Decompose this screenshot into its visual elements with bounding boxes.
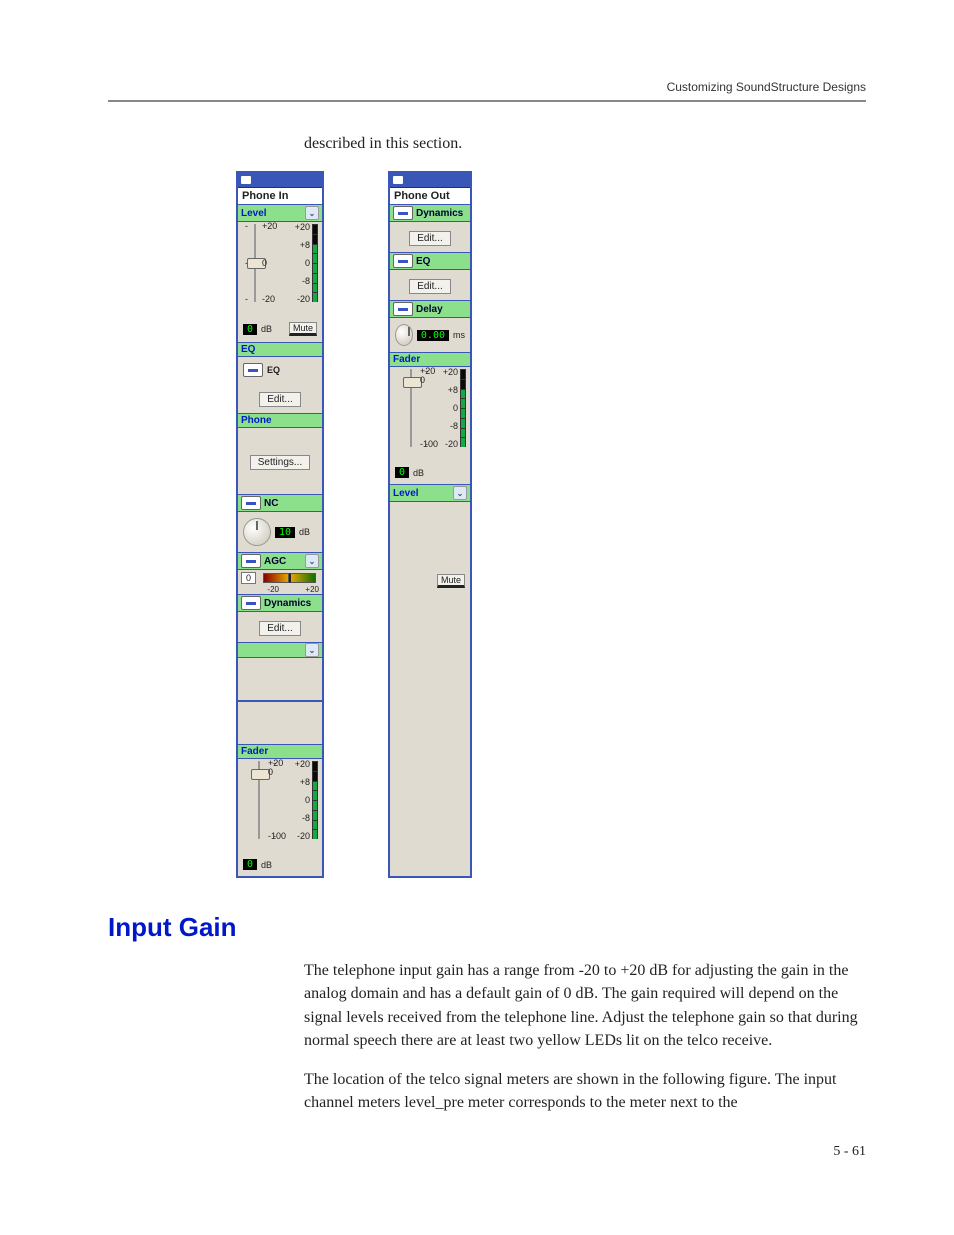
agc-hi: +20 — [305, 585, 319, 594]
out-dynamics-edit-button[interactable]: Edit... — [409, 231, 451, 246]
speaker-icon — [241, 176, 251, 184]
collapse-icon[interactable]: ⌄ — [305, 206, 319, 220]
out-level-header: Level ⌄ — [390, 484, 470, 502]
fader-meter — [312, 761, 318, 839]
blank-section-header: ⌄ — [238, 642, 322, 658]
nc-knob[interactable] — [243, 518, 271, 546]
out-eq-edit-button[interactable]: Edit... — [409, 279, 451, 294]
section-heading: Input Gain — [108, 912, 866, 943]
panel-titlebar — [390, 173, 470, 188]
delay-knob[interactable] — [395, 324, 413, 346]
blank-block-1 — [238, 658, 322, 700]
collapse-icon[interactable]: ⌄ — [453, 486, 467, 500]
agc-lo: -20 — [267, 585, 279, 594]
speaker-icon — [393, 176, 403, 184]
level-unit: dB — [261, 324, 272, 334]
out-fader-unit: dB — [413, 468, 424, 478]
eq-block: EQ Edit... — [238, 357, 322, 413]
page-number: 5 - 61 — [108, 1144, 866, 1160]
fader-slider-area: -- +20 0 -100 +20 +8 0 -8 -20 — [238, 759, 322, 859]
eq-edit-button[interactable]: Edit... — [259, 392, 301, 407]
out-fader-header: Fader — [390, 352, 470, 367]
agc-value[interactable]: 0 — [241, 572, 256, 584]
fader-value[interactable]: 0 — [243, 859, 257, 870]
dynamics-toggle[interactable] — [241, 596, 261, 610]
collapse-icon[interactable]: ⌄ — [305, 554, 319, 568]
level-value[interactable]: 0 — [243, 324, 257, 335]
out-delay-label: Delay — [416, 304, 443, 315]
level-slider-area: --- +20 0 -20 +20 +8 0 -8 -20 — [238, 222, 322, 322]
phone-in-title: Phone In — [238, 188, 322, 204]
out-fader-tick-labels: +20 0 -100 — [420, 367, 438, 449]
eq-inner-label: EQ — [267, 365, 280, 375]
level-meter — [312, 224, 318, 302]
nc-section-header: NC — [238, 494, 322, 512]
dynamics-section-header: Dynamics — [238, 594, 322, 612]
body-paragraph-1: The telephone input gain has a range fro… — [304, 959, 866, 1052]
nc-label: NC — [264, 498, 278, 509]
fader-meter-labels: +20 +8 0 -8 -20 — [295, 759, 310, 841]
phone-out-panel: Phone Out Dynamics Edit... EQ Edit... De… — [388, 171, 472, 878]
phone-out-title: Phone Out — [390, 188, 470, 204]
agc-label: AGC — [264, 556, 286, 567]
out-level-label: Level — [393, 488, 419, 499]
phone-section-header: Phone — [238, 413, 322, 428]
level-section-header: Level ⌄ — [238, 204, 322, 222]
out-delay-toggle[interactable] — [393, 302, 413, 316]
out-fader-label: Fader — [393, 354, 420, 365]
out-fader-area: -- +20 0 -100 +20 +8 0 -8 -20 — [390, 367, 470, 467]
blank-block-2 — [238, 702, 322, 744]
delay-value[interactable]: 0.00 — [417, 330, 449, 341]
nc-unit: dB — [299, 527, 310, 537]
out-mute-button[interactable]: Mute — [437, 574, 465, 588]
running-header: Customizing SoundStructure Designs — [108, 80, 866, 94]
eq-label: EQ — [241, 344, 255, 355]
out-eq-header: EQ — [390, 252, 470, 270]
phone-label: Phone — [241, 415, 272, 426]
out-fader-meter-labels: +20 +8 0 -8 -20 — [443, 367, 458, 449]
out-dynamics-header: Dynamics — [390, 204, 470, 222]
eq-section-header: EQ — [238, 342, 322, 357]
level-label: Level — [241, 208, 267, 219]
delay-unit: ms — [453, 330, 465, 340]
level-mute-button[interactable]: Mute — [289, 322, 317, 336]
level-tick-labels: +20 0 -20 — [262, 222, 277, 304]
eq-toggle[interactable] — [243, 363, 263, 377]
panel-titlebar — [238, 173, 322, 188]
level-meter-labels: +20 +8 0 -8 -20 — [295, 222, 310, 304]
figure-row: Phone In Level ⌄ --- +20 0 -20 +20 +8 0 — [236, 171, 866, 878]
out-fader-meter — [460, 369, 466, 447]
phone-settings-button[interactable]: Settings... — [250, 455, 310, 470]
nc-value[interactable]: 10 — [275, 527, 295, 538]
out-dynamics-toggle[interactable] — [393, 206, 413, 220]
fader-tick-labels: +20 0 -100 — [268, 759, 286, 841]
agc-block: 0 -20 +20 — [238, 570, 322, 594]
nc-toggle[interactable] — [241, 496, 261, 510]
agc-toggle[interactable] — [241, 554, 261, 568]
agc-section-header: AGC ⌄ — [238, 552, 322, 570]
out-level-block — [390, 502, 470, 570]
collapse-icon[interactable]: ⌄ — [305, 643, 319, 657]
fader-unit: dB — [261, 860, 272, 870]
phone-in-panel: Phone In Level ⌄ --- +20 0 -20 +20 +8 0 — [236, 171, 324, 878]
out-delay-header: Delay — [390, 300, 470, 318]
out-dynamics-label: Dynamics — [416, 208, 463, 219]
fader-section-header: Fader — [238, 744, 322, 759]
fader-label: Fader — [241, 746, 268, 757]
body-paragraph-2: The location of the telco signal meters … — [304, 1068, 866, 1114]
header-rule — [108, 100, 866, 102]
dynamics-edit-button[interactable]: Edit... — [259, 621, 301, 636]
out-eq-label: EQ — [416, 256, 430, 267]
dynamics-label: Dynamics — [264, 598, 311, 609]
out-fader-value[interactable]: 0 — [395, 467, 409, 478]
out-eq-toggle[interactable] — [393, 254, 413, 268]
intro-text: described in this section. — [304, 132, 866, 155]
